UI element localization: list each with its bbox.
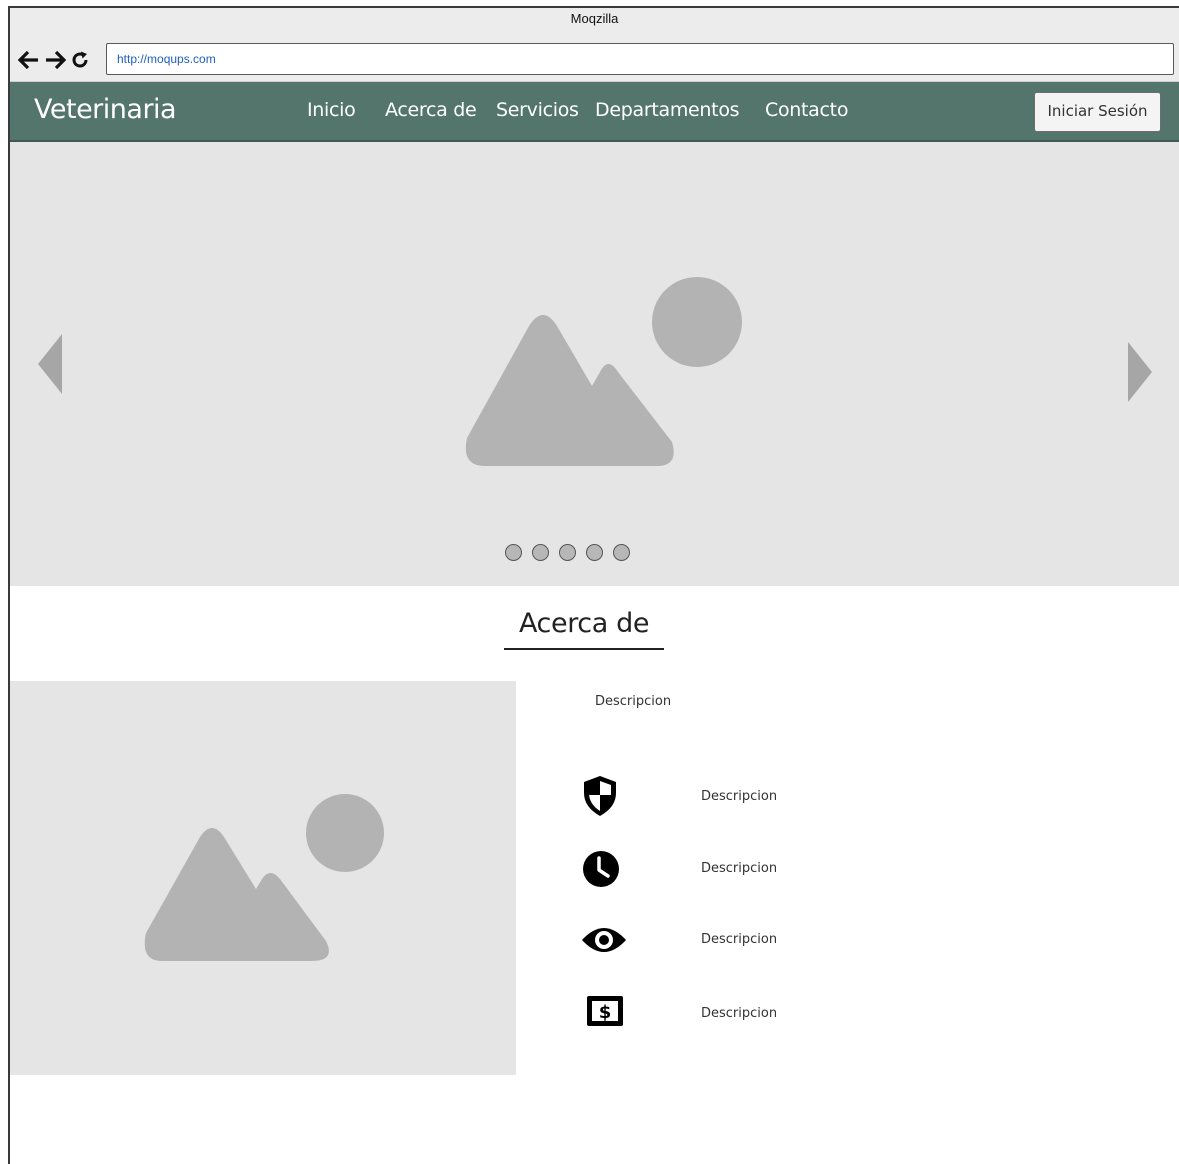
image-placeholder-icon bbox=[465, 277, 742, 466]
shield-icon bbox=[584, 776, 616, 816]
image-placeholder-icon bbox=[144, 794, 384, 961]
feature-item: Descripcion bbox=[580, 775, 980, 819]
feature-text: Descripcion bbox=[701, 789, 778, 804]
nav-link-contacto[interactable]: Contacto bbox=[765, 99, 848, 121]
forward-arrow-icon[interactable] bbox=[44, 49, 66, 71]
site-header: Veterinaria Inicio Acerca de Servicios D… bbox=[10, 82, 1179, 142]
browser-toolbar: http://moqups.com bbox=[10, 40, 1179, 82]
nav-link-departamentos[interactable]: Departamentos bbox=[595, 99, 740, 121]
browser-window: Moqzilla http://moqups.com Veterinaria I… bbox=[8, 6, 1179, 1164]
brand-logo[interactable]: Veterinaria bbox=[34, 94, 177, 125]
feature-item: Descripcion bbox=[580, 920, 980, 964]
svg-text:$: $ bbox=[599, 1002, 612, 1023]
nav-link-inicio[interactable]: Inicio bbox=[307, 99, 356, 121]
triangle-right-icon[interactable] bbox=[1126, 340, 1154, 404]
feature-item: $ Descripcion bbox=[580, 992, 980, 1036]
carousel-indicators bbox=[505, 544, 630, 561]
carousel-dot-2[interactable] bbox=[532, 544, 549, 561]
feature-text: Descripcion bbox=[701, 1006, 778, 1021]
about-description: Descripcion bbox=[595, 694, 672, 709]
triangle-left-icon[interactable] bbox=[36, 332, 64, 396]
eye-icon bbox=[582, 928, 626, 952]
carousel-dot-3[interactable] bbox=[559, 544, 576, 561]
carousel-dot-1[interactable] bbox=[505, 544, 522, 561]
url-input[interactable]: http://moqups.com bbox=[106, 43, 1174, 75]
nav-link-servicios[interactable]: Servicios bbox=[496, 99, 579, 121]
carousel-dot-5[interactable] bbox=[613, 544, 630, 561]
about-section-title: Acerca de bbox=[518, 608, 650, 639]
clock-icon bbox=[583, 851, 619, 887]
browser-titlebar: Moqzilla bbox=[10, 8, 1179, 42]
reload-icon[interactable] bbox=[70, 50, 90, 70]
dollar-sign-icon: $ bbox=[587, 996, 623, 1026]
login-button[interactable]: Iniciar Sesión bbox=[1034, 92, 1161, 132]
browser-title: Moqzilla bbox=[570, 11, 619, 26]
feature-text: Descripcion bbox=[701, 932, 778, 947]
nav-link-acerca-de[interactable]: Acerca de bbox=[385, 99, 477, 121]
url-text: http://moqups.com bbox=[117, 52, 216, 66]
back-arrow-icon[interactable] bbox=[18, 49, 40, 71]
carousel-dot-4[interactable] bbox=[586, 544, 603, 561]
browser-nav-buttons bbox=[18, 47, 90, 73]
feature-item: Descripcion bbox=[580, 849, 980, 893]
about-title-underline bbox=[504, 648, 664, 650]
about-image-placeholder bbox=[10, 681, 516, 1075]
hero-carousel bbox=[10, 142, 1179, 586]
feature-text: Descripcion bbox=[701, 861, 778, 876]
